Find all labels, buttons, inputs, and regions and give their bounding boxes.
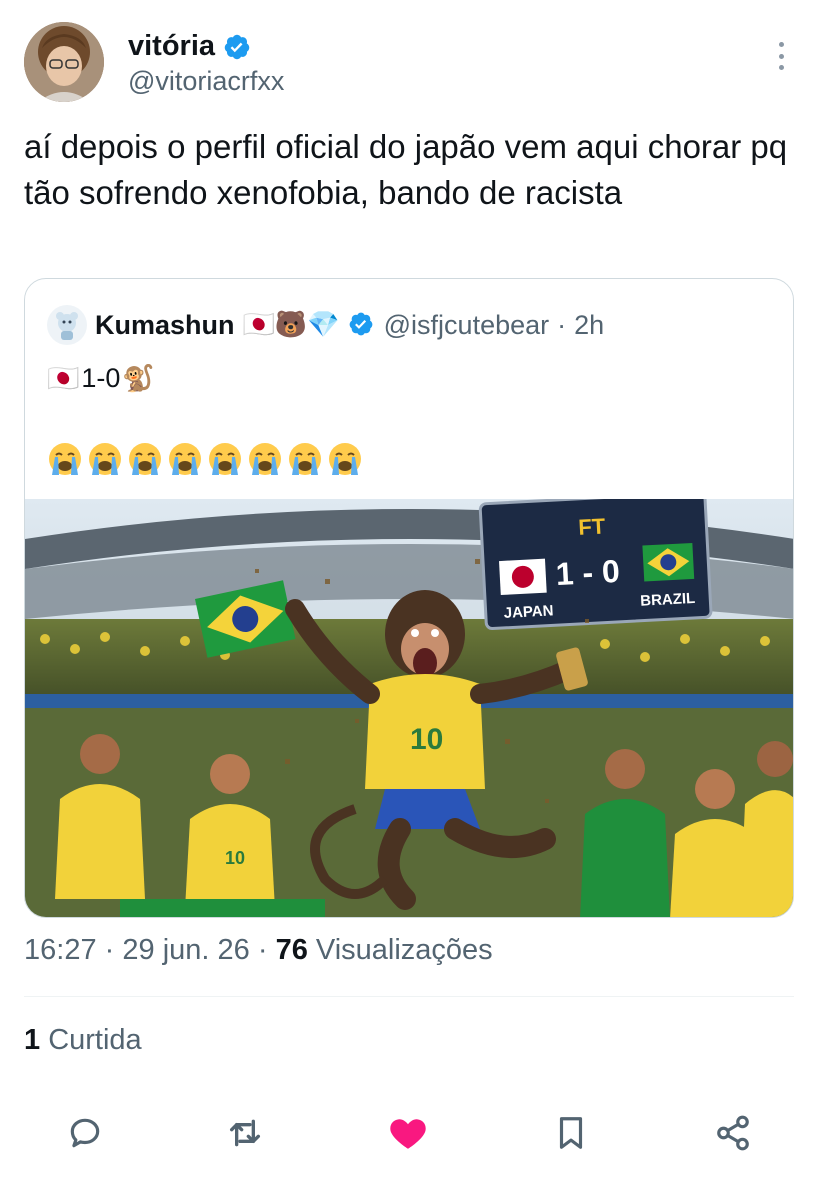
- crying-emoji-row: [47, 441, 363, 482]
- loudly-crying-face-icon: [47, 441, 83, 482]
- likes-summary[interactable]: 1 Curtida: [24, 1024, 142, 1057]
- loudly-crying-face-icon: [327, 441, 363, 482]
- retweet-icon[interactable]: [222, 1110, 268, 1156]
- more-options-icon[interactable]: [774, 42, 788, 70]
- fan-jersey-number: 10: [225, 848, 245, 868]
- japan-flag-emoji: 🇯🇵: [47, 363, 80, 394]
- heart-icon[interactable]: [385, 1110, 431, 1156]
- loudly-crying-face-icon: [207, 441, 243, 482]
- quoted-display-name[interactable]: Kumashun: [95, 310, 235, 341]
- scoreboard-team-left: JAPAN: [503, 602, 554, 622]
- tweet-time[interactable]: 16:27: [24, 934, 97, 966]
- loudly-crying-face-icon: [127, 441, 163, 482]
- quoted-name-emojis: 🇯🇵🐻💎: [242, 310, 340, 340]
- meta-separator: ·: [104, 934, 115, 966]
- quoted-tweet[interactable]: Kumashun 🇯🇵🐻💎 @isfjcutebear · 2h 🇯🇵 1-0 …: [24, 278, 794, 918]
- quoted-verified-badge-icon: [348, 311, 376, 339]
- share-icon[interactable]: [710, 1110, 756, 1156]
- monkey-emoji: 🐒: [122, 363, 155, 394]
- quoted-author-avatar[interactable]: [47, 305, 87, 345]
- divider: [24, 996, 794, 997]
- quoted-time[interactable]: 2h: [574, 310, 604, 341]
- views-label: Visualizações: [315, 934, 493, 966]
- bookmark-icon[interactable]: [548, 1110, 594, 1156]
- reply-icon[interactable]: [62, 1110, 108, 1156]
- monkey-jersey-number: 10: [410, 723, 443, 756]
- scoreboard-score: 1 - 0: [555, 553, 621, 592]
- author-display-name[interactable]: vitória: [128, 30, 215, 63]
- quoted-handle[interactable]: @isfjcutebear: [384, 310, 549, 341]
- verified-badge-icon: [223, 33, 251, 61]
- loudly-crying-face-icon: [287, 441, 323, 482]
- loudly-crying-face-icon: [87, 441, 123, 482]
- loudly-crying-face-icon: [247, 441, 283, 482]
- action-bar: [0, 1110, 817, 1160]
- quoted-tweet-image[interactable]: 10 10 FT 1 - 0 JAPAN BRAZIL: [25, 491, 793, 917]
- author-avatar[interactable]: [24, 22, 104, 102]
- author-handle[interactable]: @vitoriacrfxx: [128, 66, 284, 97]
- quoted-separator: ·: [557, 309, 567, 340]
- scoreboard-ft: FT: [578, 513, 607, 539]
- tweet-meta: 16:27 · 29 jun. 26 · 76 Visualizações: [24, 934, 493, 967]
- loudly-crying-face-icon: [167, 441, 203, 482]
- scoreboard-team-right: BRAZIL: [640, 590, 696, 610]
- meta-separator: ·: [257, 934, 268, 966]
- tweet-text: aí depois o perfil oficial do japão vem …: [24, 128, 788, 211]
- likes-count: 1: [24, 1024, 41, 1056]
- tweet-date[interactable]: 29 jun. 26: [122, 934, 249, 966]
- quoted-text-line1: 🇯🇵 1-0 🐒: [47, 363, 155, 394]
- quoted-score: 1-0: [81, 363, 121, 393]
- views-count: 76: [275, 934, 308, 966]
- tweet-header: vitória @vitoriacrfxx: [24, 22, 794, 106]
- likes-label: Curtida: [48, 1024, 142, 1056]
